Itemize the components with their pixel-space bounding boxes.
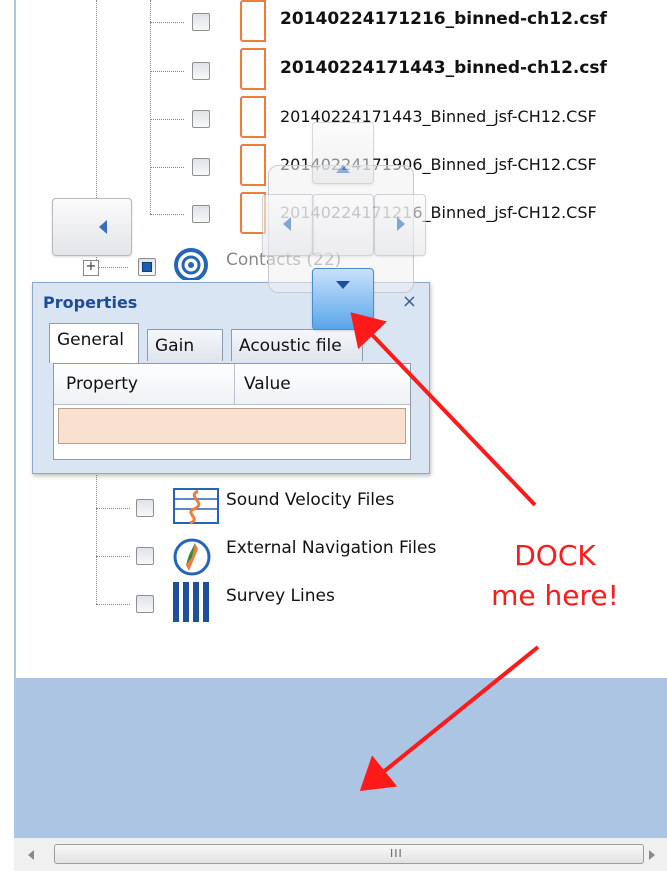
annotation-arrows [350, 312, 540, 792]
arrow-to-dock-zone [359, 645, 540, 792]
dock-annotation: DOCK me here! [491, 539, 619, 612]
arrow-to-dock-button [350, 312, 537, 507]
tab-general[interactable]: General [49, 323, 139, 363]
